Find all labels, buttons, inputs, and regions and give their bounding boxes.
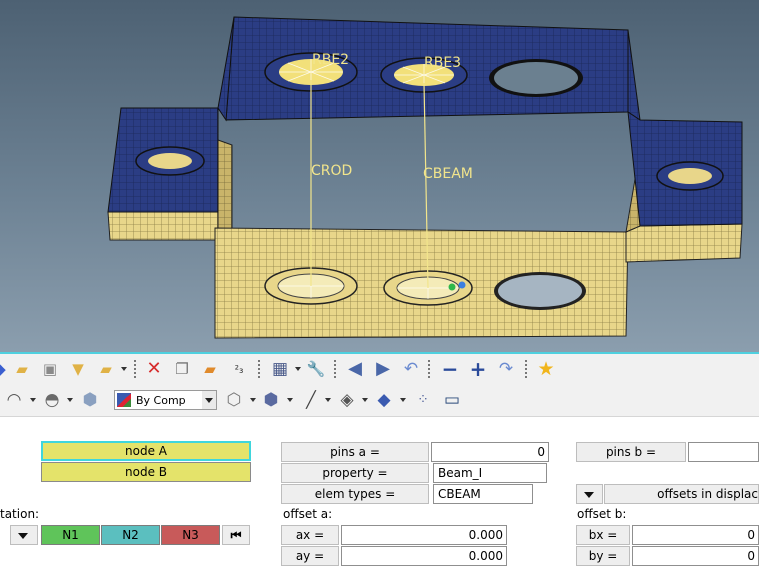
n1-button[interactable]: N1 xyxy=(41,525,100,545)
chevron-down-icon[interactable] xyxy=(67,398,73,402)
favorite-star-icon[interactable]: ★ xyxy=(536,359,556,379)
chevron-down-icon[interactable] xyxy=(400,398,406,402)
chevron-down-icon[interactable] xyxy=(325,398,331,402)
arrow-right-icon[interactable]: ▶ xyxy=(373,359,393,379)
chevron-down-icon[interactable] xyxy=(295,367,301,371)
arrow-left-icon[interactable]: ◀ xyxy=(345,359,365,379)
line-style-icon[interactable]: ╱ xyxy=(301,390,321,410)
toolbar-separator xyxy=(525,360,527,380)
element-panel: node A node B tation: N1 N2 N3 ⏮ pins a … xyxy=(0,417,759,566)
chevron-down-icon[interactable] xyxy=(121,367,127,371)
import-model-icon[interactable]: ▼ xyxy=(68,359,88,379)
redo-curve-icon[interactable]: ↷ xyxy=(496,359,516,379)
chevron-down-icon[interactable] xyxy=(362,398,368,402)
node-b-selector[interactable]: node B xyxy=(41,462,251,482)
orientation-dropdown[interactable] xyxy=(10,525,38,545)
property-input[interactable]: Beam_I xyxy=(433,463,547,483)
model-canvas[interactable] xyxy=(0,0,759,352)
node-a-selector[interactable]: node A xyxy=(41,441,251,461)
find-icon[interactable]: ▰ xyxy=(200,359,220,379)
color-mode-value: By Comp xyxy=(136,394,186,407)
visualization-grid-icon[interactable]: ⁘ xyxy=(413,390,433,410)
chevron-down-icon[interactable] xyxy=(202,391,216,409)
graphics-viewport[interactable]: RBE2 RBE3 CROD CBEAM xyxy=(0,0,759,352)
n3-button[interactable]: N3 xyxy=(161,525,220,545)
node-marker[interactable] xyxy=(458,281,466,289)
toolbar-separator xyxy=(258,360,260,380)
by-label: by = xyxy=(576,546,630,566)
pins-a-label: pins a = xyxy=(281,442,429,462)
open-folder-icon[interactable]: ▰ xyxy=(12,359,32,379)
ax-input[interactable]: 0.000 xyxy=(341,525,507,545)
node-marker[interactable] xyxy=(448,283,456,291)
ay-input[interactable]: 0.000 xyxy=(341,546,507,566)
offset-b-label: offset b: xyxy=(577,507,627,521)
chevron-down-icon[interactable] xyxy=(287,398,293,402)
orientation-label: tation: xyxy=(0,507,40,521)
toolbar-separator xyxy=(428,360,430,380)
solid-cube-icon[interactable]: ⬢ xyxy=(80,390,100,410)
visualization-toolbar: ◠ ◓ ⬢ By Comp ⬡ ⬢ ╱ ◈ ◆ ⁘ ▭ xyxy=(0,385,759,417)
plane-layers-icon[interactable]: ◈ xyxy=(337,390,357,410)
chevron-down-icon[interactable] xyxy=(30,398,36,402)
pins-b-input[interactable] xyxy=(688,442,759,462)
offset-a-label: offset a: xyxy=(283,507,333,521)
bx-input[interactable]: 0 xyxy=(632,525,759,545)
tools-wrench-icon[interactable]: 🔧 xyxy=(306,359,326,379)
rbe3-label: RBE3 xyxy=(424,55,462,71)
elem-types-label: elem types = xyxy=(281,484,429,504)
renumber-icon[interactable]: ²₃ xyxy=(229,359,249,379)
rbe2-label: RBE2 xyxy=(312,52,350,68)
color-mode-dropdown[interactable]: By Comp xyxy=(114,390,217,410)
surface-style-icon[interactable]: ◠ xyxy=(4,390,24,410)
wireframe-cube-icon[interactable]: ⬡ xyxy=(224,390,244,410)
plus-icon[interactable]: + xyxy=(468,359,488,379)
offsets-dropdown[interactable] xyxy=(576,484,603,504)
property-label: property = xyxy=(281,463,429,483)
by-input[interactable]: 0 xyxy=(632,546,759,566)
main-toolbar: ◆ ▰ ▣ ▼ ▰ ✕ ❐ ▰ ²₃ ▦ 🔧 ◀ ▶ ↶ − + ↷ ★ xyxy=(0,354,759,385)
shaded-layers-icon[interactable]: ◆ xyxy=(374,390,394,410)
pins-b-label: pins b = xyxy=(576,442,686,462)
minus-icon[interactable]: − xyxy=(440,359,460,379)
toolbar-separator xyxy=(334,360,336,380)
open-session-icon[interactable]: ◆ xyxy=(0,359,10,379)
ay-label: ay = xyxy=(281,546,339,566)
chevron-down-icon[interactable] xyxy=(250,398,256,402)
cbeam-label: CBEAM xyxy=(423,166,473,182)
import-geometry-icon[interactable]: ▣ xyxy=(40,359,60,379)
mask-icon[interactable]: ❐ xyxy=(172,359,192,379)
window-layout-icon[interactable]: ▦ xyxy=(270,359,290,379)
offsets-in-display-label[interactable]: offsets in displac xyxy=(604,484,759,504)
shaded-surface-icon[interactable]: ◓ xyxy=(42,390,62,410)
n2-button[interactable]: N2 xyxy=(101,525,160,545)
by-comp-cube-icon xyxy=(117,393,131,407)
monitor-icon[interactable]: ▭ xyxy=(442,390,462,410)
skip-back-icon[interactable]: ⏮ xyxy=(222,525,250,545)
shaded-cube-icon[interactable]: ⬢ xyxy=(261,390,281,410)
crod-label: CROD xyxy=(311,163,353,179)
bx-label: bx = xyxy=(576,525,630,545)
undo-curve-icon[interactable]: ↶ xyxy=(401,359,421,379)
elem-types-input[interactable]: CBEAM xyxy=(433,484,533,504)
delete-icon[interactable]: ✕ xyxy=(144,359,164,379)
pins-a-input[interactable]: 0 xyxy=(431,442,549,462)
export-icon[interactable]: ▰ xyxy=(96,359,116,379)
ax-label: ax = xyxy=(281,525,339,545)
toolbar-separator xyxy=(134,360,136,380)
